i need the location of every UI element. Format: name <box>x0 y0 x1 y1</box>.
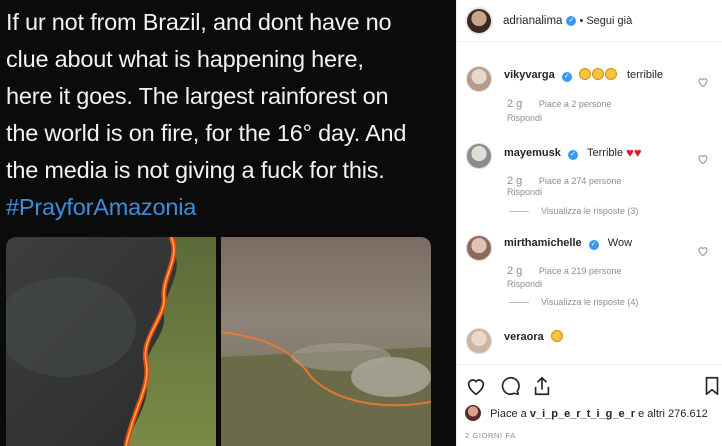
tweet-line: the world is on fire, for the 16° day. A… <box>6 120 407 146</box>
tweet-hashtag: #PrayforAmazonia <box>6 194 197 220</box>
likes-summary[interactable]: Piace a v_i_p_e_r_t_i_g_e_r e altri 276.… <box>465 405 708 421</box>
reply-button[interactable]: Rispondi <box>507 279 542 289</box>
post-header: adrianalima ✓ • Segui già <box>457 0 722 42</box>
heart-icon[interactable] <box>697 245 709 257</box>
comment-time: 2 g <box>507 265 523 277</box>
comment-username[interactable]: mirthamichelle <box>504 237 582 249</box>
avatar[interactable] <box>466 66 492 92</box>
view-replies-button[interactable]: Visualizza le risposte (4) <box>509 297 638 307</box>
tweet-text: If ur not from Brazil, and dont have no … <box>6 4 446 226</box>
likes-suffix[interactable]: e altri 276.612 <box>638 408 708 420</box>
follow-button[interactable]: Segui già <box>586 15 632 27</box>
heart-emoji-icon: ♥♥ <box>626 145 642 160</box>
avatar[interactable] <box>466 235 492 261</box>
author-username[interactable]: adrianalima <box>503 15 562 27</box>
avatar[interactable] <box>466 328 492 354</box>
bookmark-icon[interactable] <box>701 375 722 397</box>
comment-icon[interactable] <box>499 375 521 397</box>
tweet-line: the media is not giving a fuck for this. <box>6 157 385 183</box>
avatar[interactable] <box>465 6 493 35</box>
emoji-icon <box>550 330 563 342</box>
avatar[interactable] <box>465 405 481 421</box>
comment-likes[interactable]: Piace a 2 persone <box>539 99 612 109</box>
smoke-landscape-photo <box>221 237 431 446</box>
tweet-line: clue about what is happening here, <box>6 46 364 72</box>
comment-username[interactable]: mayemusk <box>504 147 561 159</box>
comment-text: Terrible <box>587 147 624 159</box>
post-image: If ur not from Brazil, and dont have no … <box>0 0 456 446</box>
reply-button[interactable]: Rispondi <box>507 187 542 197</box>
heart-icon[interactable] <box>697 153 709 165</box>
heart-icon[interactable] <box>697 76 709 88</box>
post-time: 2 GIORNI FA <box>465 431 516 440</box>
tweet-line: here it goes. The largest rainforest on <box>6 83 389 109</box>
heart-icon[interactable] <box>465 375 487 397</box>
view-replies-button[interactable]: Visualizza le risposte (3) <box>509 206 638 216</box>
tweet-line: If ur not from Brazil, and dont have no <box>6 9 392 35</box>
verified-icon: ✓ <box>561 72 572 82</box>
comment-likes[interactable]: Piace a 274 persone <box>539 176 622 186</box>
comments-panel: adrianalima ✓ • Segui già vikyvarga ✓ te… <box>456 0 722 446</box>
share-icon[interactable] <box>531 375 553 397</box>
comment-username[interactable]: vikyvarga <box>504 69 555 81</box>
comments-list[interactable]: vikyvarga ✓ terribile 2 g Piace a 2 pers… <box>457 42 722 364</box>
avatar[interactable] <box>466 143 492 169</box>
comment-text: terribile <box>626 69 664 81</box>
comment-username[interactable]: veraora <box>504 331 544 343</box>
post-actions: Piace a v_i_p_e_r_t_i_g_e_r e altri 276.… <box>457 364 722 446</box>
comment-likes[interactable]: Piace a 219 persone <box>539 266 622 276</box>
verified-icon: ✓ <box>566 15 577 26</box>
likes-prefix: Piace a <box>490 408 527 420</box>
fire-aerial-photo <box>6 237 216 446</box>
comment-time: 2 g <box>507 98 523 110</box>
comment-time: 2 g <box>507 175 523 187</box>
likes-username[interactable]: v_i_p_e_r_t_i_g_e_r <box>530 408 635 420</box>
emoji-icon <box>578 68 618 81</box>
separator: • <box>579 14 584 27</box>
reply-button[interactable]: Rispondi <box>507 113 542 123</box>
verified-icon: ✓ <box>588 240 599 250</box>
comment-text: Wow <box>607 237 633 249</box>
verified-icon: ✓ <box>567 150 578 160</box>
